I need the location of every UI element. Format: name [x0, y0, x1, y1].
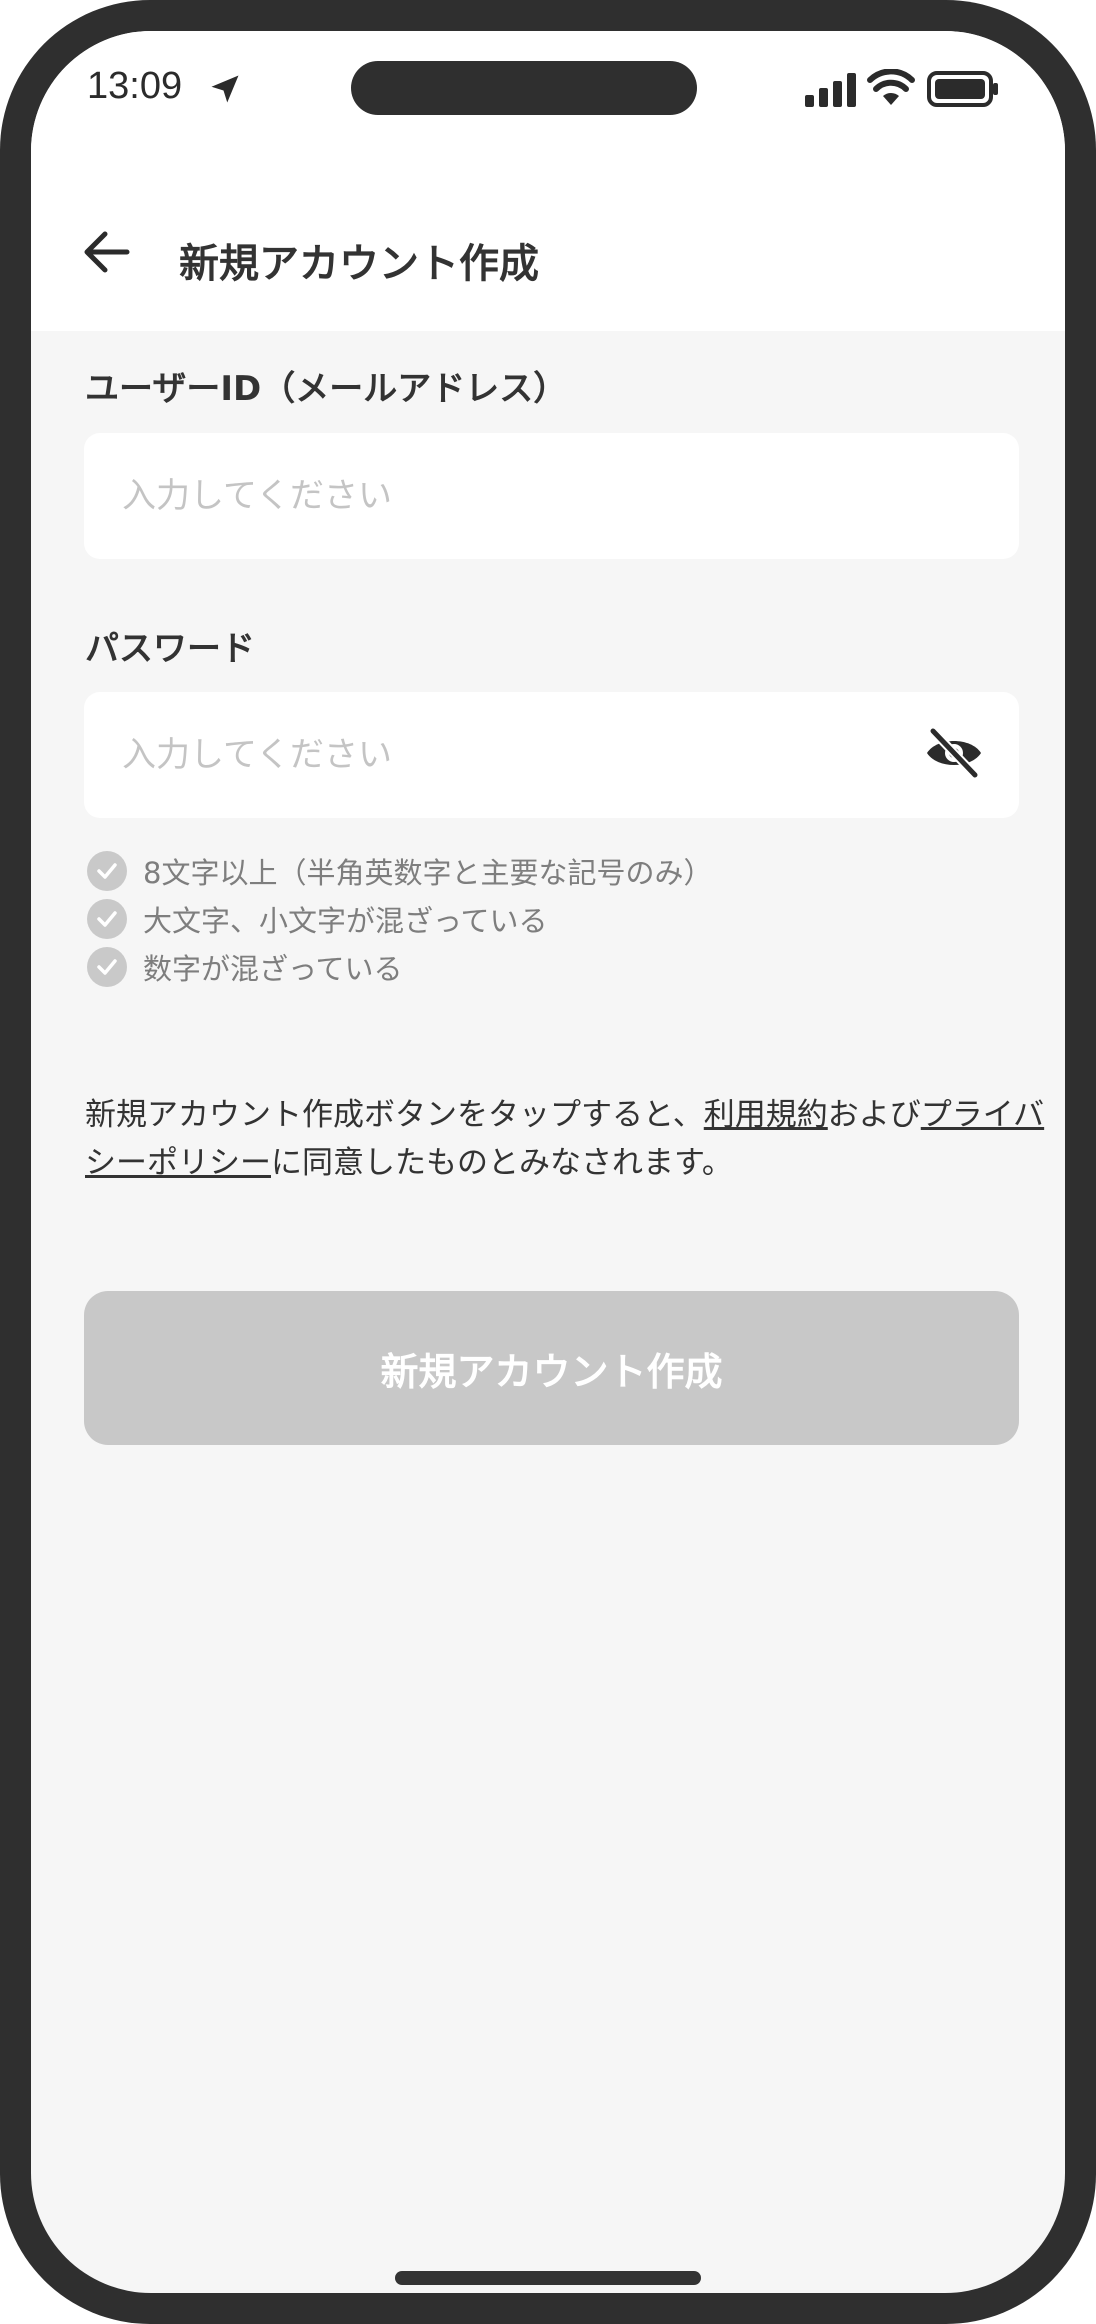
password-rule-text: 8文字以上（半角英数字と主要な記号のみ） [143, 856, 713, 890]
consent-prefix: 新規アカウント作成ボタンをタップすると、 [85, 1097, 704, 1133]
home-indicator [395, 2271, 701, 2285]
eye-slash-icon[interactable] [923, 725, 985, 781]
phone-frame: 13:09 新規アカウント作成 ユーザーID（メールアドレス） 入力してください… [0, 0, 1096, 2324]
consent-middle: および [827, 1097, 921, 1133]
password-rule-text: 大文字、小文字が混ざっている [143, 904, 548, 938]
location-arrow-icon [211, 75, 239, 103]
screen: 13:09 新規アカウント作成 ユーザーID（メールアドレス） 入力してください… [31, 31, 1065, 2293]
check-circle-icon [87, 851, 127, 891]
consent-text: 新規アカウント作成ボタンをタップすると、利用規約およびプライバシーポリシーに同意… [85, 1091, 1045, 1187]
check-circle-icon [87, 899, 127, 939]
app-header: 新規アカウント作成 [31, 171, 1065, 331]
password-input[interactable] [84, 692, 1019, 818]
status-time: 13:09 [87, 65, 183, 107]
back-arrow-icon[interactable] [81, 229, 131, 275]
battery-icon [927, 71, 998, 107]
signal-icon [805, 73, 856, 107]
password-rule-item: 数字が混ざっている [87, 943, 712, 991]
terms-link[interactable]: 利用規約 [704, 1097, 828, 1133]
page-title: 新規アカウント作成 [179, 241, 539, 287]
password-rules: 8文字以上（半角英数字と主要な記号のみ） 大文字、小文字が混ざっている 数字が混… [87, 847, 712, 991]
password-rule-text: 数字が混ざっている [143, 952, 403, 986]
create-account-button[interactable]: 新規アカウント作成 [84, 1291, 1019, 1445]
consent-suffix: に同意したものとみなされます。 [271, 1145, 733, 1181]
user-id-label: ユーザーID（メールアドレス） [85, 369, 568, 409]
password-rule-item: 8文字以上（半角英数字と主要な記号のみ） [87, 847, 712, 895]
user-id-input[interactable] [84, 433, 1019, 559]
status-bar: 13:09 [31, 31, 1065, 171]
dynamic-island [351, 61, 697, 115]
password-label: パスワード [85, 629, 255, 669]
check-circle-icon [87, 947, 127, 987]
wifi-icon [867, 69, 915, 105]
password-rule-item: 大文字、小文字が混ざっている [87, 895, 712, 943]
